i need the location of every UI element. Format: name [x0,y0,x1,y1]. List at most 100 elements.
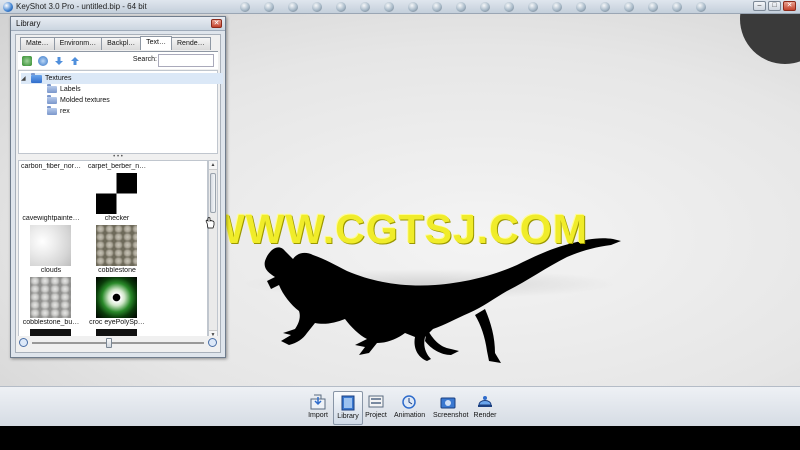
material-ball-icon[interactable] [576,2,586,12]
animation-icon [402,395,416,409]
tree-item-label: Molded textures [60,97,110,104]
library-title: Library [16,19,41,28]
thumbnail-label: cobblestone [98,267,136,274]
maximize-button[interactable]: □ [768,1,781,11]
project-button[interactable]: Project [361,391,391,425]
material-ball-icon[interactable] [432,2,442,12]
import-label: Import [308,412,328,419]
tree-item-label: Labels [60,86,81,93]
material-ball-icon[interactable] [264,2,274,12]
bottom-toolbar: Import Library Project Animation Screens… [0,386,800,426]
arrow-up-icon[interactable] [70,56,80,66]
material-ball-icon[interactable] [552,2,562,12]
material-ball-icon[interactable] [240,2,250,12]
thumbnail-label: croc eyePolySp… [89,319,145,326]
material-ball-icon[interactable] [456,2,466,12]
arrow-down-icon[interactable] [54,56,64,66]
add-folder-icon[interactable] [22,56,32,66]
library-panel: Library ✕ Mate… Environm… Backpl… Text… … [10,16,226,358]
render-icon [478,396,492,407]
library-close-button[interactable]: ✕ [211,19,222,28]
texture-thumbnail-cobblestone[interactable] [96,225,137,266]
material-ball-icon[interactable] [480,2,490,12]
material-preview-strip [230,0,760,14]
texture-thumbnail-checker-preview[interactable] [96,173,137,214]
tree-item-labels[interactable]: Labels [47,84,81,95]
tree-item-rex[interactable]: rex [47,106,70,117]
folder-icon [31,72,42,83]
window-titlebar: KeyShot 3.0 Pro - untitled.bip - 64 bit [0,0,800,14]
scroll-up-icon[interactable]: ▲ [209,161,217,170]
material-ball-icon[interactable] [336,2,346,12]
tab-textures[interactable]: Text… [140,36,172,50]
tab-backplates[interactable]: Backpl… [101,37,142,50]
zoom-knob[interactable] [106,338,113,348]
material-ball-icon[interactable] [600,2,610,12]
thumbnail-label: clouds [40,267,62,274]
material-ball-icon[interactable] [624,2,634,12]
render-label: Render [473,412,497,419]
tree-item-label: Textures [45,75,72,82]
thumbnail-label: carbon_fiber_nor… [21,163,81,170]
watermark-text: WWW.CGTSJ.COM [206,206,588,252]
tree-item-molded-textures[interactable]: Molded textures [47,95,110,106]
library-icon [341,395,355,411]
thumbnail-label: carpet_berber_n… [87,163,147,170]
material-ball-icon[interactable] [672,2,682,12]
letterbox-bar [0,426,800,450]
import-button[interactable]: Import [303,391,333,425]
project-label: Project [365,412,387,419]
tree-item-textures[interactable]: ◢ Textures [21,72,223,84]
screenshot-icon [440,397,456,409]
folder-icon [47,84,57,93]
zoom-in-icon[interactable] [208,338,217,347]
texture-thumbnail-clouds[interactable] [30,225,71,266]
folder-icon [47,106,57,115]
material-ball-icon[interactable] [696,2,706,12]
refresh-icon[interactable] [38,56,48,66]
hand-cursor-icon [205,217,215,229]
material-ball-icon[interactable] [384,2,394,12]
material-ball-icon[interactable] [528,2,538,12]
material-ball-icon[interactable] [312,2,322,12]
thumbnail-zoom-slider [18,336,218,350]
material-ball-icon[interactable] [288,2,298,12]
scrollbar-thumb[interactable] [210,173,216,213]
texture-folder-tree: ◢ Textures Labels Molded textures rex [18,70,223,154]
tab-environments[interactable]: Environm… [53,37,103,50]
thumbnail-label: cobblestone_bu… [22,319,80,326]
texture-thumbnail-cobblestone-bump[interactable] [30,277,71,318]
window-title: KeyShot 3.0 Pro - untitled.bip - 64 bit [16,2,147,11]
library-content: Mate… Environm… Backpl… Text… Rende… Sea… [15,34,223,353]
zoom-track[interactable] [32,342,204,344]
minimize-button[interactable]: – [753,1,766,11]
screenshot-button[interactable]: Screenshot [433,391,469,425]
thumbnail-scrollbar[interactable]: ▲ ▼ [208,160,218,340]
thumbnail-label: cavewightpainte… [22,215,80,222]
material-ball-icon[interactable] [408,2,418,12]
render-button[interactable]: Render [470,391,500,425]
screenshot-label: Screenshot [433,412,469,419]
tab-renders[interactable]: Rende… [171,37,211,50]
close-button[interactable]: ✕ [783,1,796,11]
zoom-out-icon[interactable] [19,338,28,347]
library-tabs: Mate… Environm… Backpl… Text… Rende… [20,36,211,51]
library-button[interactable]: Library [333,391,363,425]
tab-materials[interactable]: Mate… [20,37,55,50]
collapse-arrow-icon[interactable]: ◢ [21,75,28,82]
texture-thumbnail-croc-eye[interactable] [96,277,137,318]
animation-button[interactable]: Animation [394,391,425,425]
import-icon [310,394,326,410]
material-ball-icon[interactable] [504,2,514,12]
project-icon [368,395,384,408]
search-input[interactable] [158,54,214,67]
keyshot-logo-icon [3,2,13,12]
material-ball-icon[interactable] [360,2,370,12]
keyshot-window: KeyShot 3.0 Pro - untitled.bip - 64 bit [0,0,800,450]
library-titlebar[interactable]: Library ✕ [11,17,225,31]
material-ball-icon[interactable] [648,2,658,12]
thumbnail-label: checker [104,215,130,222]
library-label: Library [337,413,359,420]
background-object [740,14,800,64]
folder-icon [47,95,57,104]
